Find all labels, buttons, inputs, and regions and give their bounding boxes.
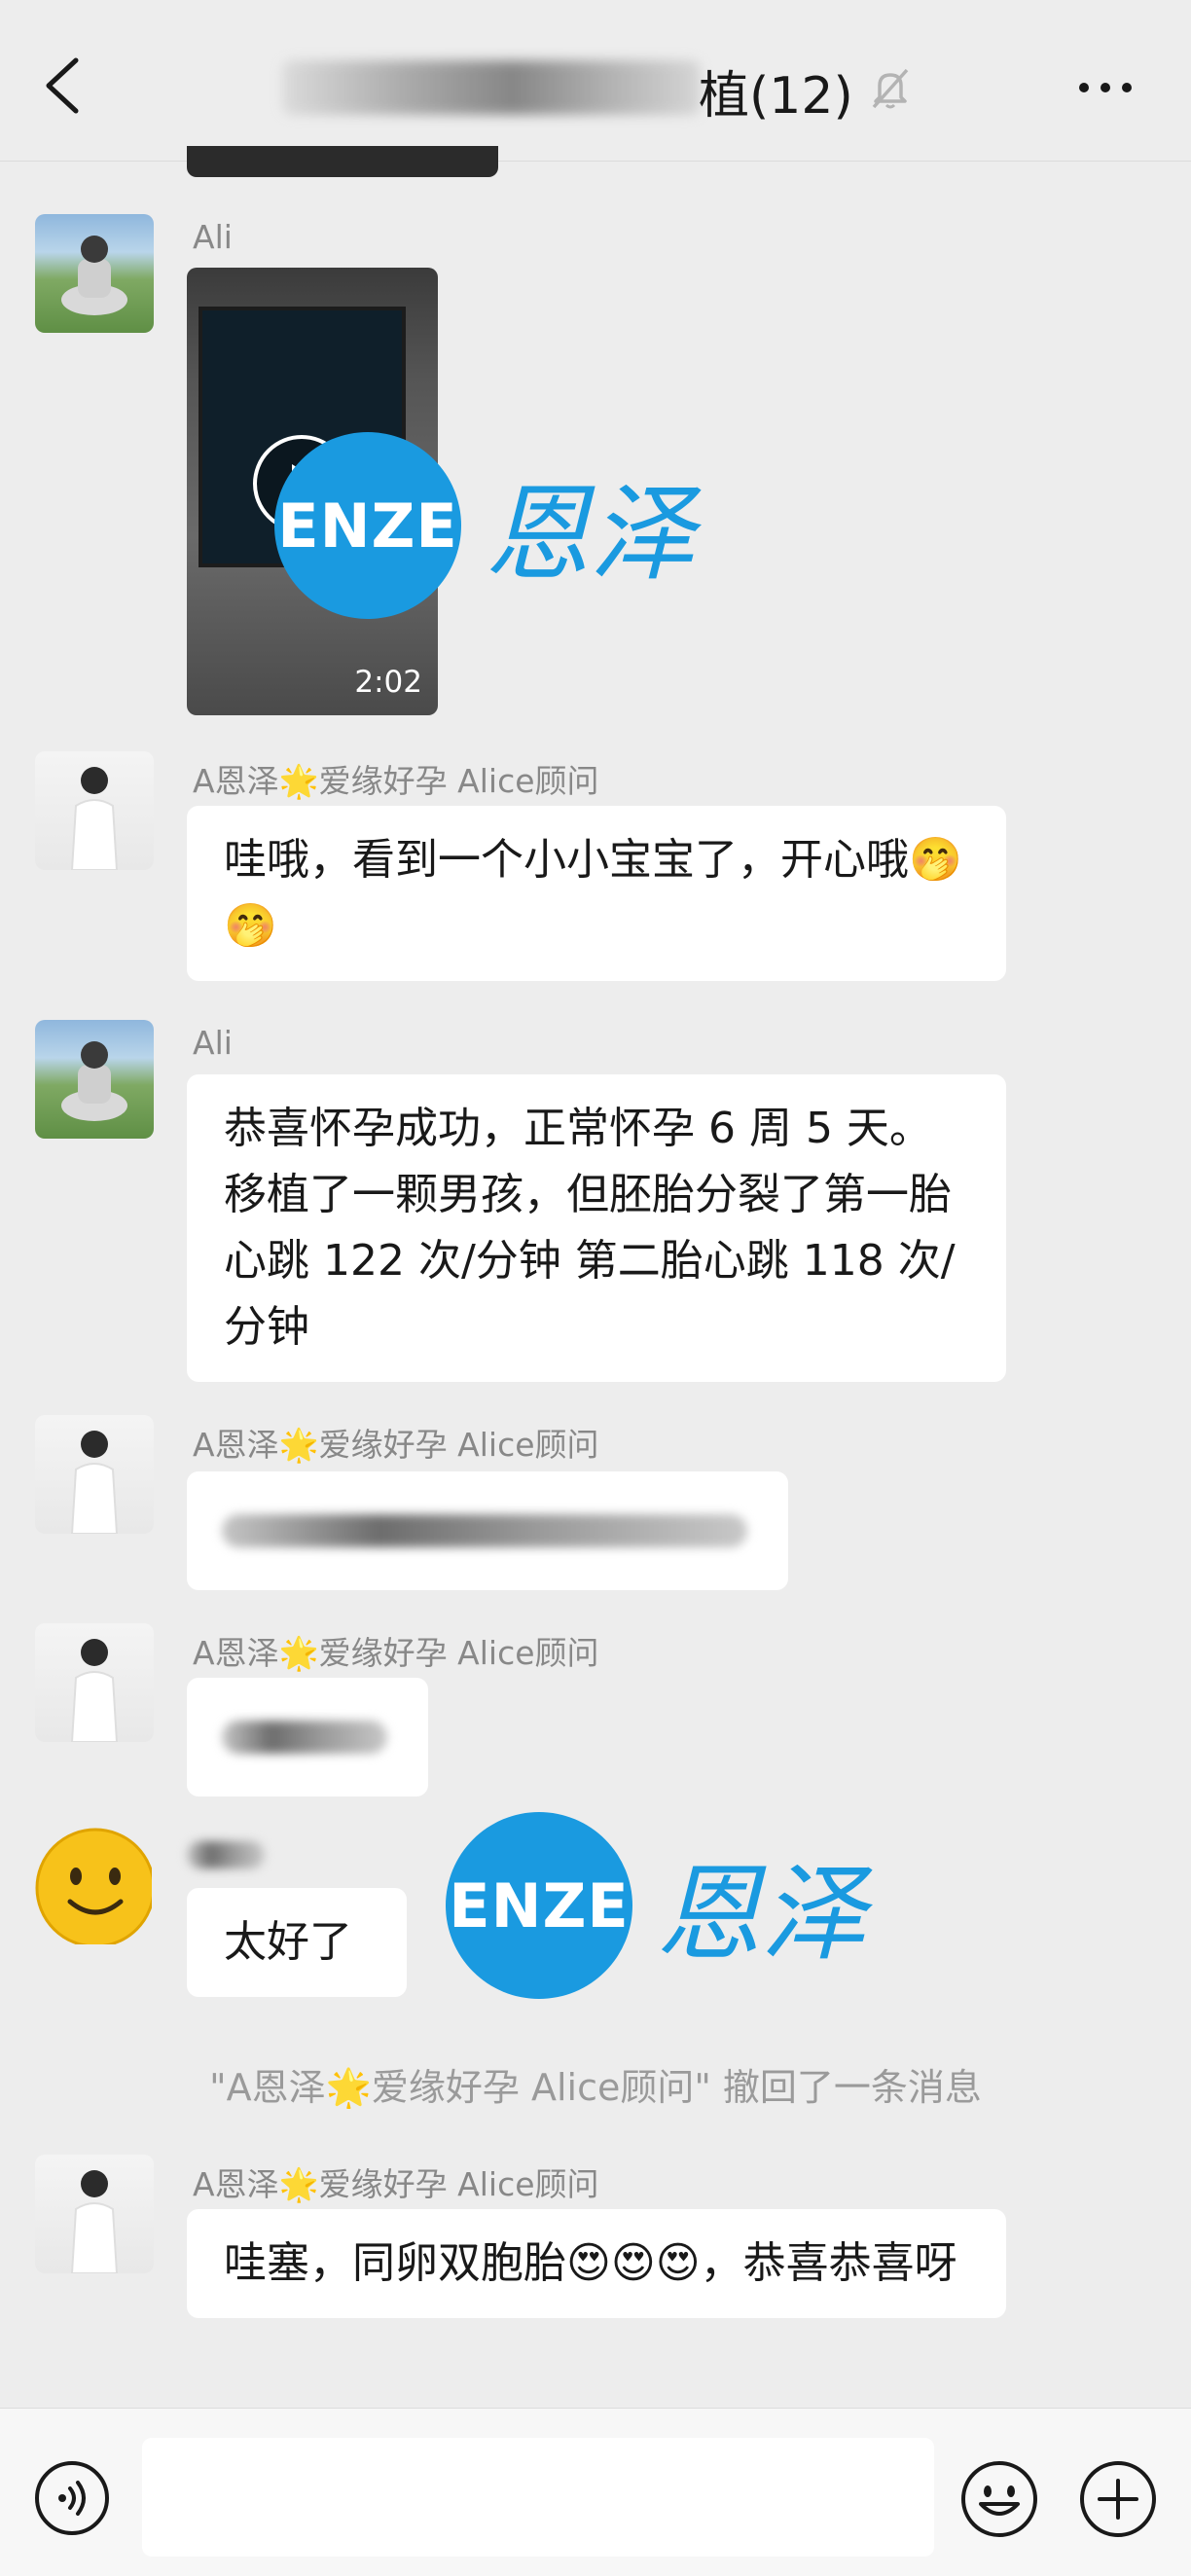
avatar-ali[interactable] xyxy=(35,1020,154,1139)
chat-header: 植(12) xyxy=(0,0,1191,162)
video-duration: 2:02 xyxy=(354,665,422,700)
enze-watermark: ENZE 恩泽 xyxy=(274,432,695,619)
redacted-text xyxy=(222,1514,747,1547)
recall-notice: "A恩泽🌟爱缘好孕 Alice顾问" 撤回了一条消息 xyxy=(209,2066,982,2109)
enze-logo: ENZE xyxy=(446,1812,632,1999)
avatar-alice[interactable] xyxy=(35,1623,154,1742)
avatar-alice[interactable] xyxy=(35,1415,154,1534)
sender-name: Ali xyxy=(193,1024,233,1062)
avatar-ali[interactable] xyxy=(35,214,154,333)
voice-icon[interactable] xyxy=(33,2459,111,2537)
avatar-alice[interactable] xyxy=(35,2155,154,2273)
enze-watermark: ENZE 恩泽 xyxy=(446,1812,866,1999)
plus-icon[interactable] xyxy=(1078,2459,1158,2539)
avatar-smiley[interactable] xyxy=(33,1826,152,1944)
enze-cn-text: 恩泽 xyxy=(485,474,696,596)
avatar-alice[interactable] xyxy=(35,751,154,870)
message-input[interactable] xyxy=(142,2438,934,2557)
message-bubble-redacted[interactable] xyxy=(187,1471,788,1590)
message-bubble-redacted[interactable] xyxy=(187,1678,428,1796)
input-bar xyxy=(0,2408,1191,2576)
message-bubble[interactable]: 哇哦，看到一个小小宝宝了，开心哦🤭🤭 xyxy=(187,806,1006,981)
chevron-left-icon[interactable] xyxy=(39,54,86,117)
sender-name-redacted xyxy=(187,1841,265,1869)
previous-media-edge[interactable] xyxy=(187,146,498,177)
sender-name: A恩泽🌟爱缘好孕 Alice顾问 xyxy=(193,2165,599,2203)
enze-cn-text: 恩泽 xyxy=(656,1854,867,1976)
message-bubble[interactable]: 太好了 xyxy=(187,1888,407,1997)
enze-logo: ENZE xyxy=(274,432,461,619)
more-dots-icon[interactable] xyxy=(1076,76,1135,99)
sender-name: A恩泽🌟爱缘好孕 Alice顾问 xyxy=(193,1426,599,1464)
message-bubble[interactable]: 哇塞，同卵双胞胎😍😍😍，恭喜恭喜呀 xyxy=(187,2209,1006,2318)
chat-title-suffix: 植(12) xyxy=(699,67,853,126)
sender-name: Ali xyxy=(193,218,233,256)
sender-name: A恩泽🌟爱缘好孕 Alice顾问 xyxy=(193,1634,599,1672)
chat-title-blurred xyxy=(282,60,701,115)
sender-name: A恩泽🌟爱缘好孕 Alice顾问 xyxy=(193,762,599,800)
message-bubble[interactable]: 恭喜怀孕成功，正常怀孕 6 周 5 天。移植了一颗男孩，但胚胎分裂了第一胎心跳 … xyxy=(187,1074,1006,1382)
emoji-icon[interactable] xyxy=(959,2459,1039,2539)
redacted-text xyxy=(222,1721,387,1754)
bell-off-icon xyxy=(872,68,909,109)
